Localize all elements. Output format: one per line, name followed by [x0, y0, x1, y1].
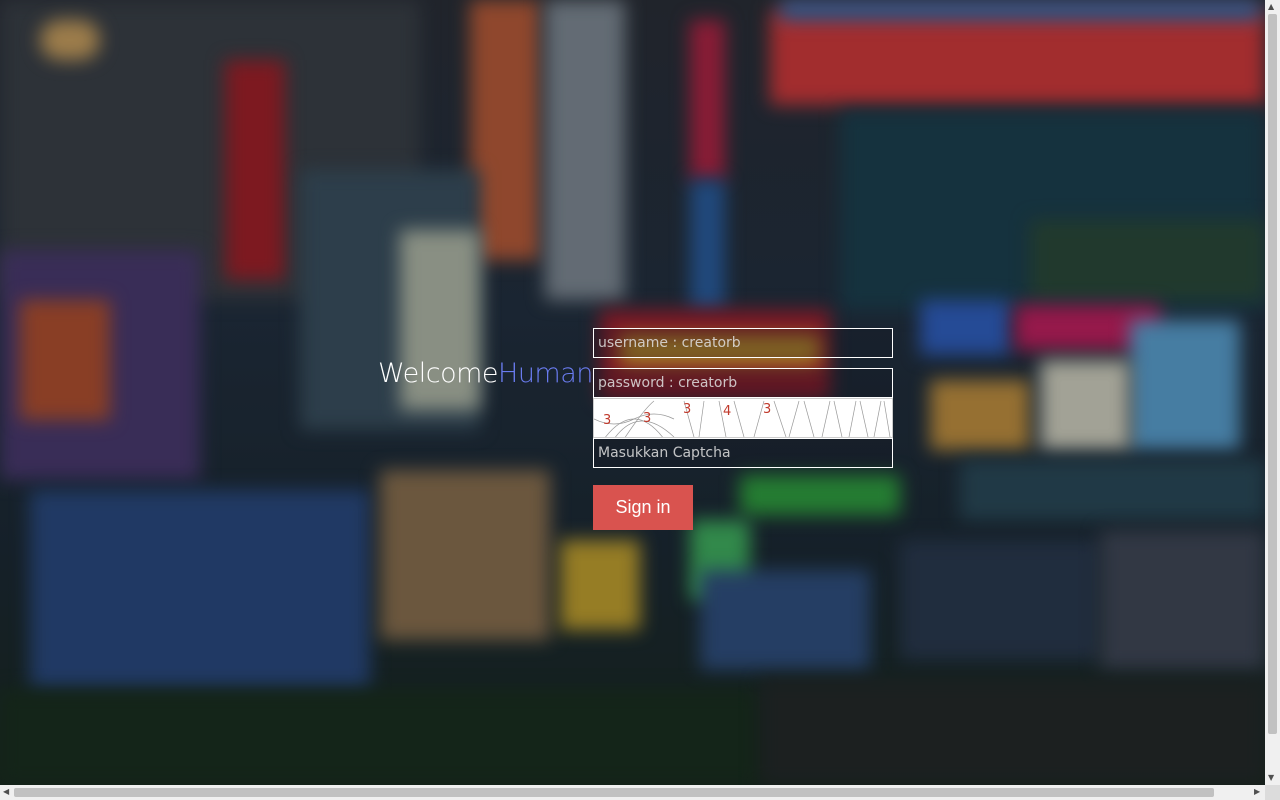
password-input[interactable] [593, 368, 893, 398]
vertical-scrollbar[interactable]: ▲ ▼ [1265, 0, 1280, 785]
captcha-char: 3 [683, 402, 692, 417]
captcha-char: 3 [763, 402, 772, 417]
captcha-input[interactable] [593, 438, 893, 468]
captcha-char: 4 [723, 404, 732, 419]
scroll-right-arrow-icon[interactable]: ▶ [1254, 788, 1260, 796]
welcome-human-word: Human [498, 358, 593, 389]
scrollbar-corner [1265, 785, 1280, 800]
welcome-heading: WelcomeHuman [378, 358, 593, 389]
username-input[interactable] [593, 328, 893, 358]
welcome-word: Welcome [378, 358, 499, 389]
scroll-up-arrow-icon[interactable]: ▲ [1268, 3, 1274, 11]
captcha-noise [594, 400, 891, 437]
captcha-char: 3 [603, 413, 612, 428]
sign-in-button[interactable]: Sign in [593, 485, 693, 530]
vertical-scroll-thumb[interactable] [1268, 14, 1277, 734]
captcha-char: 3 [643, 411, 652, 426]
scroll-left-arrow-icon[interactable]: ◀ [3, 788, 9, 796]
horizontal-scroll-thumb[interactable] [14, 788, 1214, 797]
scroll-down-arrow-icon[interactable]: ▼ [1268, 774, 1274, 782]
captcha-image: 3 3 3 4 3 [593, 398, 893, 438]
horizontal-scrollbar[interactable]: ◀ ▶ [0, 785, 1265, 800]
